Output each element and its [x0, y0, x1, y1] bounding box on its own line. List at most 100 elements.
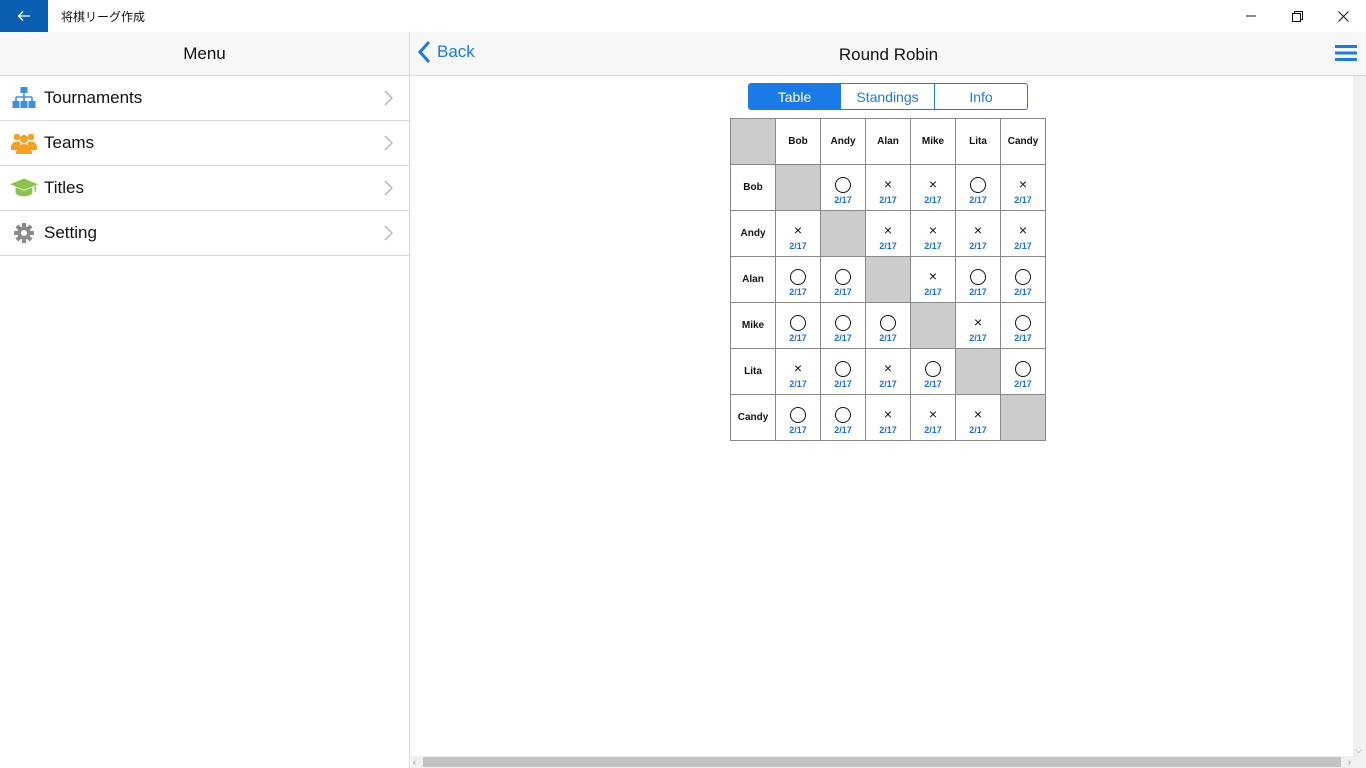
result-cell[interactable]: × 2/17 — [775, 348, 821, 395]
win-circle-icon — [821, 404, 865, 424]
gear-icon — [10, 221, 38, 245]
result-cell[interactable]: 2/17 — [820, 348, 866, 395]
result-cell[interactable]: × 2/17 — [865, 164, 911, 211]
result-cell[interactable]: 2/17 — [775, 394, 821, 441]
match-date: 2/17 — [969, 195, 987, 205]
match-date: 2/17 — [789, 333, 807, 343]
menu-item-titles[interactable]: Titles — [0, 166, 409, 211]
scrollbar-corner — [1353, 756, 1366, 768]
restore-icon — [1291, 10, 1303, 22]
loss-cross-icon: × — [973, 314, 983, 330]
column-header-andy: Andy — [820, 118, 866, 165]
match-date: 2/17 — [1014, 287, 1032, 297]
vertical-scrollbar[interactable]: ⌵ — [1353, 76, 1366, 756]
match-date: 2/17 — [969, 241, 987, 251]
row-header-andy: Andy — [730, 210, 776, 257]
match-date: 2/17 — [834, 195, 852, 205]
scroll-down-arrow-icon[interactable]: ⌵ — [1355, 745, 1362, 756]
result-cell[interactable]: × 2/17 — [910, 394, 956, 441]
self-match-cell — [820, 210, 866, 257]
loss-cross-icon: × — [928, 406, 938, 422]
result-cell[interactable]: 2/17 — [820, 164, 866, 211]
match-date: 2/17 — [834, 425, 852, 435]
match-date: 2/17 — [879, 241, 897, 251]
scroll-right-arrow-icon[interactable]: › — [1348, 757, 1351, 767]
loss-cross-icon: × — [883, 222, 893, 238]
result-cell[interactable]: × 2/17 — [910, 256, 956, 303]
scroll-left-arrow-icon[interactable]: ‹ — [413, 757, 416, 767]
menu-item-setting[interactable]: Setting — [0, 211, 409, 256]
match-date: 2/17 — [879, 195, 897, 205]
loss-cross-icon: × — [883, 176, 893, 192]
loss-cross-icon: × — [1018, 222, 1028, 238]
round-robin-table: Bob Andy Alan Mike Lita Candy Bob 2/17 × 2/17 × 2/1… — [730, 118, 1046, 441]
result-cell[interactable]: × 2/17 — [910, 164, 956, 211]
result-cell[interactable]: 2/17 — [910, 348, 956, 395]
result-cell[interactable]: × 2/17 — [865, 394, 911, 441]
close-button[interactable] — [1320, 0, 1366, 32]
window-back-button[interactable] — [0, 0, 48, 32]
match-date: 2/17 — [924, 195, 942, 205]
restore-button[interactable] — [1274, 0, 1320, 32]
result-cell[interactable]: × 2/17 — [775, 210, 821, 257]
win-circle-icon — [1001, 266, 1045, 286]
self-match-cell — [955, 348, 1001, 395]
title-bar: 将棋リーグ作成 — [0, 0, 1366, 32]
people-icon — [10, 131, 38, 155]
result-cell[interactable]: 2/17 — [1000, 348, 1046, 395]
menu-item-teams[interactable]: Teams — [0, 121, 409, 166]
result-cell[interactable]: 2/17 — [820, 302, 866, 349]
horizontal-scroll-thumb[interactable] — [423, 757, 1341, 767]
window-title: 将棋リーグ作成 — [61, 10, 146, 24]
result-cell[interactable]: 2/17 — [1000, 256, 1046, 303]
result-cell[interactable]: 2/17 — [955, 256, 1001, 303]
result-cell[interactable]: × 2/17 — [955, 210, 1001, 257]
match-date: 2/17 — [924, 379, 942, 389]
self-match-cell — [775, 164, 821, 211]
result-cell[interactable]: 2/17 — [1000, 302, 1046, 349]
result-cell[interactable]: × 2/17 — [1000, 210, 1046, 257]
table-row: Bob 2/17 × 2/17 × 2/17 2/17 × 2/17 — [730, 164, 1046, 211]
result-cell[interactable]: 2/17 — [820, 256, 866, 303]
result-cell[interactable]: × 2/17 — [955, 302, 1001, 349]
result-cell[interactable]: 2/17 — [955, 164, 1001, 211]
tab-table[interactable]: Table — [749, 84, 841, 109]
back-button-label: Back — [437, 42, 475, 61]
result-cell[interactable]: 2/17 — [865, 302, 911, 349]
match-date: 2/17 — [969, 287, 987, 297]
column-header-alan: Alan — [865, 118, 911, 165]
win-circle-icon — [1001, 358, 1045, 378]
result-cell[interactable]: × 2/17 — [910, 210, 956, 257]
match-date: 2/17 — [834, 333, 852, 343]
menu-item-tournaments[interactable]: Tournaments — [0, 76, 409, 121]
result-cell[interactable]: 2/17 — [775, 302, 821, 349]
loss-cross-icon: × — [793, 360, 803, 376]
hamburger-menu-button[interactable] — [1335, 44, 1357, 67]
match-date: 2/17 — [924, 425, 942, 435]
graduation-cap-icon — [10, 176, 38, 200]
result-cell[interactable]: × 2/17 — [865, 348, 911, 395]
minimize-button[interactable] — [1228, 0, 1274, 32]
result-cell[interactable]: 2/17 — [820, 394, 866, 441]
loss-cross-icon: × — [1018, 176, 1028, 192]
tab-info[interactable]: Info — [935, 84, 1027, 109]
match-date: 2/17 — [924, 241, 942, 251]
org-chart-icon — [10, 86, 38, 110]
chevron-right-icon — [384, 90, 393, 106]
match-date: 2/17 — [879, 425, 897, 435]
result-cell[interactable]: × 2/17 — [865, 210, 911, 257]
result-cell[interactable]: × 2/17 — [1000, 164, 1046, 211]
horizontal-scrollbar[interactable]: ‹ › — [411, 756, 1353, 768]
win-circle-icon — [956, 266, 1000, 286]
menu-item-label: Titles — [44, 178, 84, 197]
chevron-right-icon — [384, 135, 393, 151]
table-row: Mike 2/17 2/17 2/17 × 2/17 2/17 — [730, 302, 1046, 349]
result-cell[interactable]: 2/17 — [775, 256, 821, 303]
back-button[interactable]: Back — [417, 40, 475, 64]
menu-item-label: Tournaments — [44, 88, 143, 107]
loss-cross-icon: × — [883, 406, 893, 422]
chevron-right-icon — [384, 225, 393, 241]
loss-cross-icon: × — [793, 222, 803, 238]
result-cell[interactable]: × 2/17 — [955, 394, 1001, 441]
tab-standings[interactable]: Standings — [841, 84, 935, 109]
